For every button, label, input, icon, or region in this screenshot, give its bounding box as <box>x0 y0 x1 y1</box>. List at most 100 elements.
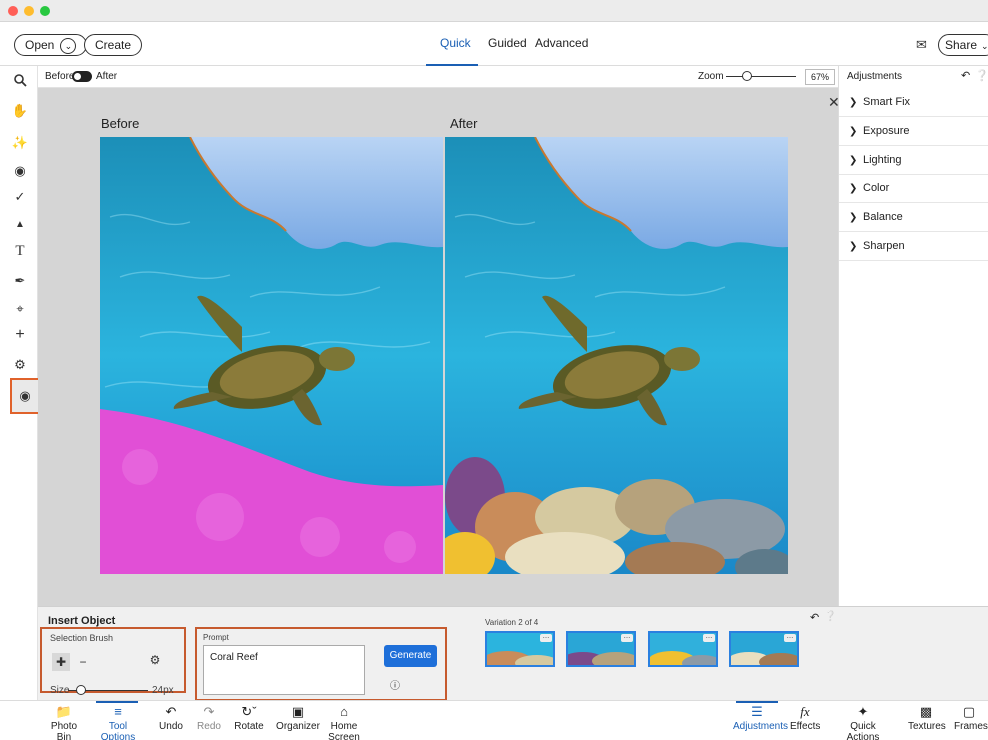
crop-icon[interactable]: ⌖ <box>9 298 31 320</box>
photo-bin-button[interactable]: 📁 Photo Bin <box>44 701 84 740</box>
spot-healing-icon[interactable]: ✒ <box>9 270 31 292</box>
variation-thumbnail-1[interactable]: … <box>485 631 555 667</box>
more-options-icon[interactable]: … <box>703 633 715 642</box>
image-canvas: ✕ Before After <box>38 88 840 606</box>
adjustments-button[interactable]: ☰ Adjustments <box>733 701 788 732</box>
create-button[interactable]: Create <box>84 34 143 56</box>
adjustment-sharpen[interactable]: ❯ Sharpen <box>839 232 988 261</box>
chevron-down-icon[interactable]: ⌄ <box>60 37 77 54</box>
generate-button[interactable]: Generate <box>384 645 437 667</box>
adjustment-label: Color <box>863 182 890 194</box>
help-icon[interactable]: ❔ <box>824 611 836 622</box>
add-selection-brush-icon[interactable]: ✚ <box>52 653 70 671</box>
more-options-icon[interactable]: … <box>621 633 633 642</box>
zoom-slider-handle[interactable] <box>742 71 752 81</box>
prompt-value: Coral Reef <box>210 652 258 663</box>
hand-icon[interactable]: ✋ <box>9 100 31 122</box>
variation-thumbnail-3[interactable]: … <box>648 631 718 667</box>
move-and-scale-icon[interactable]: ⚙ <box>9 354 31 376</box>
adjustment-color[interactable]: ❯ Color <box>839 174 988 203</box>
straighten-icon[interactable]: ▲ <box>9 214 31 236</box>
info-icon[interactable]: ⓘ <box>390 677 400 692</box>
brush-settings-icon[interactable]: ⚙ <box>146 651 164 669</box>
photo-bin-label: Photo Bin <box>50 721 78 740</box>
top-bar: Open ⌄ Create Quick Guided Advanced ✉ Sha… <box>0 22 988 66</box>
minimize-window-button[interactable] <box>24 6 34 16</box>
variation-thumbnail-4[interactable]: … <box>729 631 799 667</box>
frames-button[interactable]: ▢ Frames <box>954 701 988 732</box>
rotate-button[interactable]: ↻ˇ Rotate <box>232 701 266 732</box>
adjustments-panel: Adjustments ↶ ❔ ❯ Smart Fix ❯ Exposure ❯ Li… <box>838 66 988 606</box>
help-icon[interactable]: ❔ <box>975 69 988 82</box>
open-button[interactable]: Open ⌄ <box>14 34 88 56</box>
whiten-teeth-icon[interactable]: ✓ <box>9 186 31 208</box>
share-button[interactable]: Share ⌄ <box>938 34 988 56</box>
share-label: Share <box>945 38 978 52</box>
adjustment-exposure[interactable]: ❯ Exposure <box>839 117 988 146</box>
quick-actions-button[interactable]: ✦ Quick Actions <box>838 701 888 740</box>
variation-label: Variation 2 of 4 <box>485 618 539 627</box>
organizer-button[interactable]: ▣ Organizer <box>276 701 320 732</box>
open-label: Open <box>25 38 55 52</box>
prompt-input[interactable]: Coral Reef <box>203 645 365 695</box>
selection-brush-group: Selection Brush ✚ − ⚙ Size 24px <box>40 627 186 696</box>
adjustment-lighting[interactable]: ❯ Lighting <box>839 146 988 175</box>
prompt-group: Prompt Coral Reef Generate ⓘ <box>195 627 447 701</box>
text-icon[interactable]: T <box>9 240 31 262</box>
tab-guided[interactable]: Guided <box>488 36 527 50</box>
size-value: 24px <box>152 685 174 696</box>
rotate-icon: ↻ˇ <box>241 704 257 719</box>
zoom-icon[interactable] <box>9 72 31 94</box>
adjustments-label: Adjustments <box>733 721 789 732</box>
textures-button[interactable]: ▩ Textures <box>908 701 946 732</box>
create-label: Create <box>95 38 132 52</box>
frames-label: Frames <box>954 721 988 732</box>
reset-icon[interactable]: ↶ <box>961 69 970 82</box>
tool-options-icon: ≡ <box>114 704 122 719</box>
size-slider-handle[interactable] <box>76 685 86 695</box>
before-after-toggle[interactable] <box>72 71 92 82</box>
adjustment-label: Smart Fix <box>863 96 911 108</box>
redo-button[interactable]: ↷ Redo <box>196 701 222 732</box>
move-icon[interactable]: + <box>9 324 31 346</box>
chevron-right-icon: ❯ <box>849 241 858 252</box>
home-icon: ⌂ <box>340 704 348 719</box>
generative-fill-icon[interactable]: ◉ <box>10 378 40 414</box>
adjustment-label: Lighting <box>863 154 902 166</box>
effects-label: Effects <box>790 721 821 732</box>
before-image[interactable] <box>100 137 443 574</box>
tab-quick[interactable]: Quick <box>440 36 471 50</box>
chevron-right-icon: ❯ <box>849 183 858 194</box>
home-screen-button[interactable]: ⌂ Home Screen <box>320 701 368 740</box>
red-eye-icon[interactable]: ◉ <box>9 160 31 182</box>
more-options-icon[interactable]: … <box>784 633 796 642</box>
close-window-button[interactable] <box>8 6 18 16</box>
zoom-slider-track[interactable] <box>726 76 796 77</box>
zoom-window-button[interactable] <box>40 6 50 16</box>
adjustment-label: Balance <box>863 211 903 223</box>
tool-options-button[interactable]: ≡ Tool Options <box>94 701 142 740</box>
after-image[interactable] <box>445 137 788 574</box>
before-label: Before <box>45 71 75 82</box>
undo-button[interactable]: ↶ Undo <box>158 701 184 732</box>
mail-icon[interactable]: ✉ <box>916 37 927 53</box>
zoom-value[interactable]: 67% <box>805 69 835 85</box>
after-label: After <box>96 71 118 82</box>
effects-button[interactable]: fx Effects <box>790 701 820 732</box>
reset-icon[interactable]: ↶ <box>810 611 819 624</box>
more-options-icon[interactable]: … <box>540 633 552 642</box>
tool-options-panel-right <box>838 606 988 700</box>
tab-advanced[interactable]: Advanced <box>535 36 588 50</box>
organizer-icon: ▣ <box>291 704 305 719</box>
redo-label: Redo <box>197 721 221 732</box>
adjustment-smart-fix[interactable]: ❯ Smart Fix <box>839 88 988 117</box>
variation-thumbnail-2[interactable]: … <box>566 631 636 667</box>
size-label: Size <box>50 685 70 696</box>
adjustment-label: Sharpen <box>863 240 905 252</box>
sliders-icon: ☰ <box>751 704 763 719</box>
subtract-selection-brush-icon[interactable]: − <box>74 653 92 671</box>
adjustment-balance[interactable]: ❯ Balance <box>839 203 988 232</box>
tool-options-label: Tool Options <box>100 721 136 740</box>
adjustment-label: Exposure <box>863 125 910 137</box>
quick-select-icon[interactable]: ✨ <box>9 132 31 154</box>
